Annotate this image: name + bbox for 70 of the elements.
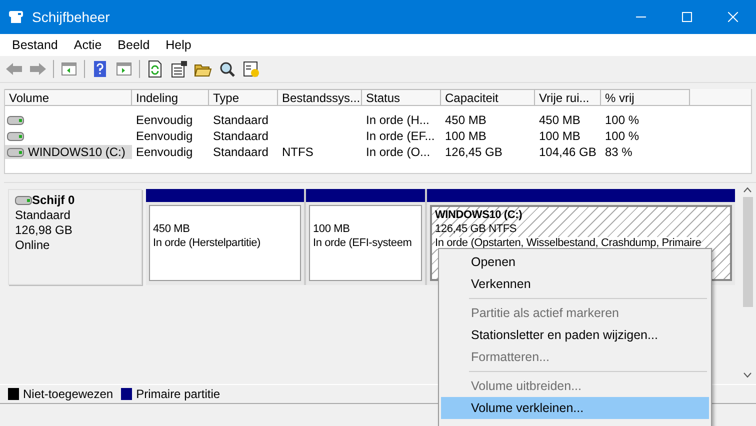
scroll-down-icon[interactable] bbox=[743, 372, 752, 378]
table-cell: 104,46 GB bbox=[539, 145, 596, 159]
context-menu-item[interactable]: Openen bbox=[441, 251, 709, 273]
panel-icon[interactable] bbox=[115, 60, 133, 78]
partition-status: In orde (Herstelpartitie) bbox=[153, 237, 260, 249]
legend-label: Niet-toegewezen bbox=[23, 387, 114, 401]
help-icon[interactable] bbox=[91, 60, 109, 78]
magnifier-icon[interactable] bbox=[218, 60, 236, 78]
table-cell: In orde (O... bbox=[366, 145, 430, 159]
partition-size: 126,45 GB NTFS bbox=[435, 222, 518, 236]
column-header[interactable]: Volume bbox=[5, 89, 132, 106]
column-header[interactable]: Capaciteit bbox=[441, 89, 535, 106]
disk-state: Online bbox=[15, 238, 51, 253]
panel-icon[interactable] bbox=[60, 60, 78, 78]
table-cell: In orde (EF... bbox=[366, 129, 435, 143]
table-cell-text: WINDOWS10 (C:) bbox=[27, 145, 126, 159]
table-cell: Standaard bbox=[213, 129, 268, 143]
forward-arrow-icon[interactable] bbox=[29, 60, 47, 78]
scroll-up-icon[interactable] bbox=[743, 187, 752, 193]
app-icon bbox=[8, 10, 24, 24]
table-cell: Standaard bbox=[213, 113, 268, 127]
table-cell: 126,45 GB bbox=[445, 145, 502, 159]
drive-icon bbox=[15, 196, 32, 205]
table-cell: 100 % bbox=[605, 113, 640, 127]
disk-name: Schijf 0 bbox=[32, 193, 75, 208]
wizard-icon[interactable] bbox=[242, 60, 260, 78]
back-arrow-icon[interactable] bbox=[5, 60, 23, 78]
menu-item[interactable]: Actie bbox=[66, 38, 110, 52]
table-cell: 100 MB bbox=[445, 129, 486, 143]
disk-size: 126,98 GB bbox=[15, 223, 74, 238]
context-menu-item[interactable]: Stationsletter en paden wijzigen... bbox=[441, 324, 709, 346]
column-header[interactable]: Vrije rui... bbox=[535, 89, 601, 106]
table-cell: 450 MB bbox=[539, 113, 580, 127]
table-cell: 83 % bbox=[605, 145, 632, 159]
table-cell: 100 MB bbox=[539, 129, 580, 143]
refresh-icon[interactable] bbox=[146, 60, 164, 78]
window-title: Schijfbeheer bbox=[32, 9, 110, 25]
legend-label: Primaire partitie bbox=[136, 387, 220, 401]
table-cell: Eenvoudig bbox=[136, 145, 193, 159]
partition-size: 450 MB bbox=[153, 222, 191, 236]
table-cell: Eenvoudig bbox=[136, 113, 193, 127]
partition-block[interactable]: 450 MB In orde (Herstelpartitie) bbox=[149, 205, 301, 281]
close-icon[interactable] bbox=[728, 12, 738, 22]
volume-cell[interactable]: WINDOWS10 (C:) bbox=[5, 145, 132, 159]
maximize-icon[interactable] bbox=[682, 12, 692, 22]
table-cell: Eenvoudig bbox=[136, 129, 193, 143]
column-header[interactable]: Bestandssys... bbox=[278, 89, 362, 106]
column-header[interactable]: Indeling bbox=[132, 89, 209, 106]
partition-block[interactable]: 100 MB In orde (EFI-systeem bbox=[309, 205, 422, 281]
table-cell: 450 MB bbox=[445, 113, 486, 127]
context-menu-item[interactable]: Volume verkleinen... bbox=[441, 397, 709, 419]
drive-icon bbox=[7, 148, 24, 156]
partition-status: In orde (Opstarten, Wisselbestand, Crashdump, Primaire bbox=[435, 237, 702, 249]
drive-icon bbox=[7, 132, 24, 140]
partition-size: 100 MB bbox=[313, 222, 351, 236]
table-cell: In orde (H... bbox=[366, 113, 430, 127]
column-header[interactable]: % vrij bbox=[601, 89, 690, 106]
menu-item[interactable]: Help bbox=[158, 38, 200, 52]
drive-icon bbox=[7, 116, 24, 124]
table-cell: 100 % bbox=[605, 129, 640, 143]
partition-status: In orde (EFI-systeem bbox=[313, 237, 412, 249]
disk-type: Standaard bbox=[15, 208, 72, 223]
menu-item[interactable]: Bestand bbox=[4, 38, 66, 52]
column-header[interactable]: Status bbox=[362, 89, 441, 106]
table-cell: Standaard bbox=[213, 145, 268, 159]
table-cell: NTFS bbox=[282, 145, 314, 159]
menu-item[interactable]: Beeld bbox=[110, 38, 158, 52]
column-header[interactable]: Type bbox=[209, 89, 278, 106]
properties-icon[interactable] bbox=[170, 60, 188, 78]
partition-label: WINDOWS10 (C:) bbox=[435, 208, 524, 222]
